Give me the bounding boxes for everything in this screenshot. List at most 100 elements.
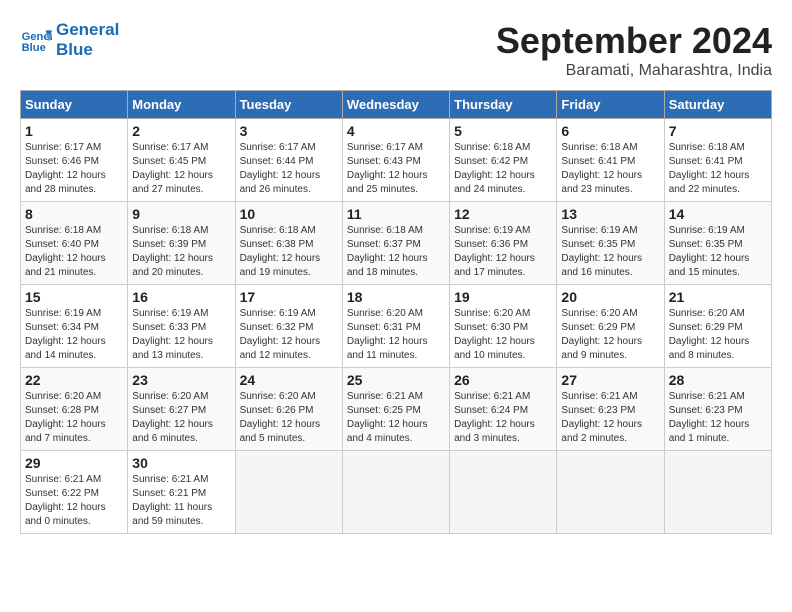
calendar-cell-8: 8 Sunrise: 6:18 AM Sunset: 6:40 PM Daylig…	[21, 202, 128, 285]
calendar-cell-empty	[342, 451, 449, 534]
logo-blue: Blue	[56, 40, 119, 60]
day-number: 15	[25, 289, 123, 305]
day-info: Sunrise: 6:21 AM Sunset: 6:22 PM Dayligh…	[25, 474, 106, 527]
day-number: 29	[25, 455, 123, 471]
calendar-cell-16: 16Sunrise: 6:19 AM Sunset: 6:33 PM Dayli…	[128, 285, 235, 368]
calendar-cell-26: 26 Sunrise: 6:21 AM Sunset: 6:24 PM Dayli…	[450, 368, 557, 451]
day-number: 8	[25, 206, 123, 222]
day-info: Sunrise: 6:21 AM Sunset: 6:24 PM Dayligh…	[454, 391, 535, 444]
calendar-week-4: 29 Sunrise: 6:21 AM Sunset: 6:22 PM Dayli…	[21, 451, 772, 534]
day-info: Sunrise: 6:17 AM Sunset: 6:45 PM Dayligh…	[132, 142, 213, 195]
calendar-cell-empty	[450, 451, 557, 534]
header-tuesday: Tuesday	[235, 91, 342, 119]
day-info: Sunrise: 6:18 AM Sunset: 6:42 PM Dayligh…	[454, 142, 535, 195]
day-info: Sunrise: 6:19 AM Sunset: 6:35 PM Dayligh…	[669, 225, 750, 278]
day-number: 18	[347, 289, 445, 305]
calendar-cell-empty	[235, 451, 342, 534]
calendar-cell-27: 27 Sunrise: 6:21 AM Sunset: 6:23 PM Dayli…	[557, 368, 664, 451]
day-info: Sunrise: 6:21 AM Sunset: 6:21 PM Dayligh…	[132, 474, 212, 527]
day-number: 9	[132, 206, 230, 222]
day-number: 1	[25, 123, 123, 139]
day-info: Sunrise: 6:21 AM Sunset: 6:25 PM Dayligh…	[347, 391, 428, 444]
calendar-cell-13: 13 Sunrise: 6:19 AM Sunset: 6:35 PM Dayli…	[557, 202, 664, 285]
day-number: 13	[561, 206, 659, 222]
calendar-cell-17: 17 Sunrise: 6:19 AM Sunset: 6:32 PM Dayli…	[235, 285, 342, 368]
calendar-cell-3: 3 Sunrise: 6:17 AM Sunset: 6:44 PM Daylig…	[235, 119, 342, 202]
day-info: Sunrise: 6:17 AM Sunset: 6:46 PM Dayligh…	[25, 142, 106, 195]
header-sunday: Sunday	[21, 91, 128, 119]
day-number: 12	[454, 206, 552, 222]
calendar-cell-14: 14 Sunrise: 6:19 AM Sunset: 6:35 PM Dayli…	[664, 202, 771, 285]
day-info: Sunrise: 6:19 AM Sunset: 6:34 PM Dayligh…	[25, 308, 106, 361]
day-info: Sunrise: 6:18 AM Sunset: 6:37 PM Dayligh…	[347, 225, 428, 278]
day-info: Sunrise: 6:20 AM Sunset: 6:27 PM Dayligh…	[132, 391, 213, 444]
header-friday: Friday	[557, 91, 664, 119]
calendar-cell-22: 22Sunrise: 6:20 AM Sunset: 6:28 PM Dayli…	[21, 368, 128, 451]
day-number: 14	[669, 206, 767, 222]
day-number: 20	[561, 289, 659, 305]
page-header: General Blue General Blue September 2024…	[20, 20, 772, 80]
day-info: Sunrise: 6:20 AM Sunset: 6:30 PM Dayligh…	[454, 308, 535, 361]
calendar-cell-21: 21Sunrise: 6:20 AM Sunset: 6:29 PM Dayli…	[664, 285, 771, 368]
calendar-week-1: 8 Sunrise: 6:18 AM Sunset: 6:40 PM Daylig…	[21, 202, 772, 285]
calendar-cell-2: 2Sunrise: 6:17 AM Sunset: 6:45 PM Daylig…	[128, 119, 235, 202]
day-info: Sunrise: 6:18 AM Sunset: 6:39 PM Dayligh…	[132, 225, 213, 278]
day-number: 28	[669, 372, 767, 388]
calendar-cell-empty	[557, 451, 664, 534]
day-number: 4	[347, 123, 445, 139]
calendar-cell-18: 18 Sunrise: 6:20 AM Sunset: 6:31 PM Dayli…	[342, 285, 449, 368]
calendar-cell-24: 24 Sunrise: 6:20 AM Sunset: 6:26 PM Dayli…	[235, 368, 342, 451]
day-number: 23	[132, 372, 230, 388]
calendar-cell-28: 28 Sunrise: 6:21 AM Sunset: 6:23 PM Dayli…	[664, 368, 771, 451]
day-info: Sunrise: 6:17 AM Sunset: 6:43 PM Dayligh…	[347, 142, 428, 195]
day-number: 10	[240, 206, 338, 222]
day-info: Sunrise: 6:19 AM Sunset: 6:36 PM Dayligh…	[454, 225, 535, 278]
calendar-week-0: 1 Sunrise: 6:17 AM Sunset: 6:46 PM Daylig…	[21, 119, 772, 202]
day-info: Sunrise: 6:20 AM Sunset: 6:29 PM Dayligh…	[561, 308, 642, 361]
day-info: Sunrise: 6:19 AM Sunset: 6:33 PM Dayligh…	[132, 308, 213, 361]
day-info: Sunrise: 6:17 AM Sunset: 6:44 PM Dayligh…	[240, 142, 321, 195]
header-monday: Monday	[128, 91, 235, 119]
calendar-week-2: 15 Sunrise: 6:19 AM Sunset: 6:34 PM Dayli…	[21, 285, 772, 368]
day-info: Sunrise: 6:20 AM Sunset: 6:31 PM Dayligh…	[347, 308, 428, 361]
day-info: Sunrise: 6:21 AM Sunset: 6:23 PM Dayligh…	[669, 391, 750, 444]
day-info: Sunrise: 6:18 AM Sunset: 6:41 PM Dayligh…	[561, 142, 642, 195]
calendar-cell-10: 10 Sunrise: 6:18 AM Sunset: 6:38 PM Dayli…	[235, 202, 342, 285]
header-wednesday: Wednesday	[342, 91, 449, 119]
logo-icon: General Blue	[20, 24, 52, 56]
calendar-cell-5: 5 Sunrise: 6:18 AM Sunset: 6:42 PM Daylig…	[450, 119, 557, 202]
day-number: 17	[240, 289, 338, 305]
day-number: 6	[561, 123, 659, 139]
svg-text:Blue: Blue	[22, 43, 46, 55]
day-number: 11	[347, 206, 445, 222]
day-number: 24	[240, 372, 338, 388]
calendar-week-3: 22Sunrise: 6:20 AM Sunset: 6:28 PM Dayli…	[21, 368, 772, 451]
day-number: 19	[454, 289, 552, 305]
day-number: 3	[240, 123, 338, 139]
calendar-cell-1: 1 Sunrise: 6:17 AM Sunset: 6:46 PM Daylig…	[21, 119, 128, 202]
logo: General Blue General Blue	[20, 20, 119, 61]
day-number: 27	[561, 372, 659, 388]
day-info: Sunrise: 6:20 AM Sunset: 6:29 PM Dayligh…	[669, 308, 750, 361]
day-info: Sunrise: 6:19 AM Sunset: 6:35 PM Dayligh…	[561, 225, 642, 278]
day-number: 22	[25, 372, 123, 388]
location-subtitle: Baramati, Maharashtra, India	[496, 62, 772, 80]
day-number: 26	[454, 372, 552, 388]
logo-general: General	[56, 20, 119, 40]
day-info: Sunrise: 6:18 AM Sunset: 6:41 PM Dayligh…	[669, 142, 750, 195]
calendar-cell-9: 9 Sunrise: 6:18 AM Sunset: 6:39 PM Daylig…	[128, 202, 235, 285]
day-number: 5	[454, 123, 552, 139]
day-info: Sunrise: 6:18 AM Sunset: 6:40 PM Dayligh…	[25, 225, 106, 278]
day-number: 7	[669, 123, 767, 139]
header-saturday: Saturday	[664, 91, 771, 119]
title-block: September 2024 Baramati, Maharashtra, In…	[496, 20, 772, 80]
day-info: Sunrise: 6:19 AM Sunset: 6:32 PM Dayligh…	[240, 308, 321, 361]
day-info: Sunrise: 6:21 AM Sunset: 6:23 PM Dayligh…	[561, 391, 642, 444]
calendar-cell-4: 4 Sunrise: 6:17 AM Sunset: 6:43 PM Daylig…	[342, 119, 449, 202]
calendar-cell-20: 20 Sunrise: 6:20 AM Sunset: 6:29 PM Dayli…	[557, 285, 664, 368]
day-info: Sunrise: 6:20 AM Sunset: 6:26 PM Dayligh…	[240, 391, 321, 444]
day-number: 25	[347, 372, 445, 388]
calendar-cell-7: 7 Sunrise: 6:18 AM Sunset: 6:41 PM Daylig…	[664, 119, 771, 202]
calendar-cell-empty	[664, 451, 771, 534]
day-info: Sunrise: 6:18 AM Sunset: 6:38 PM Dayligh…	[240, 225, 321, 278]
